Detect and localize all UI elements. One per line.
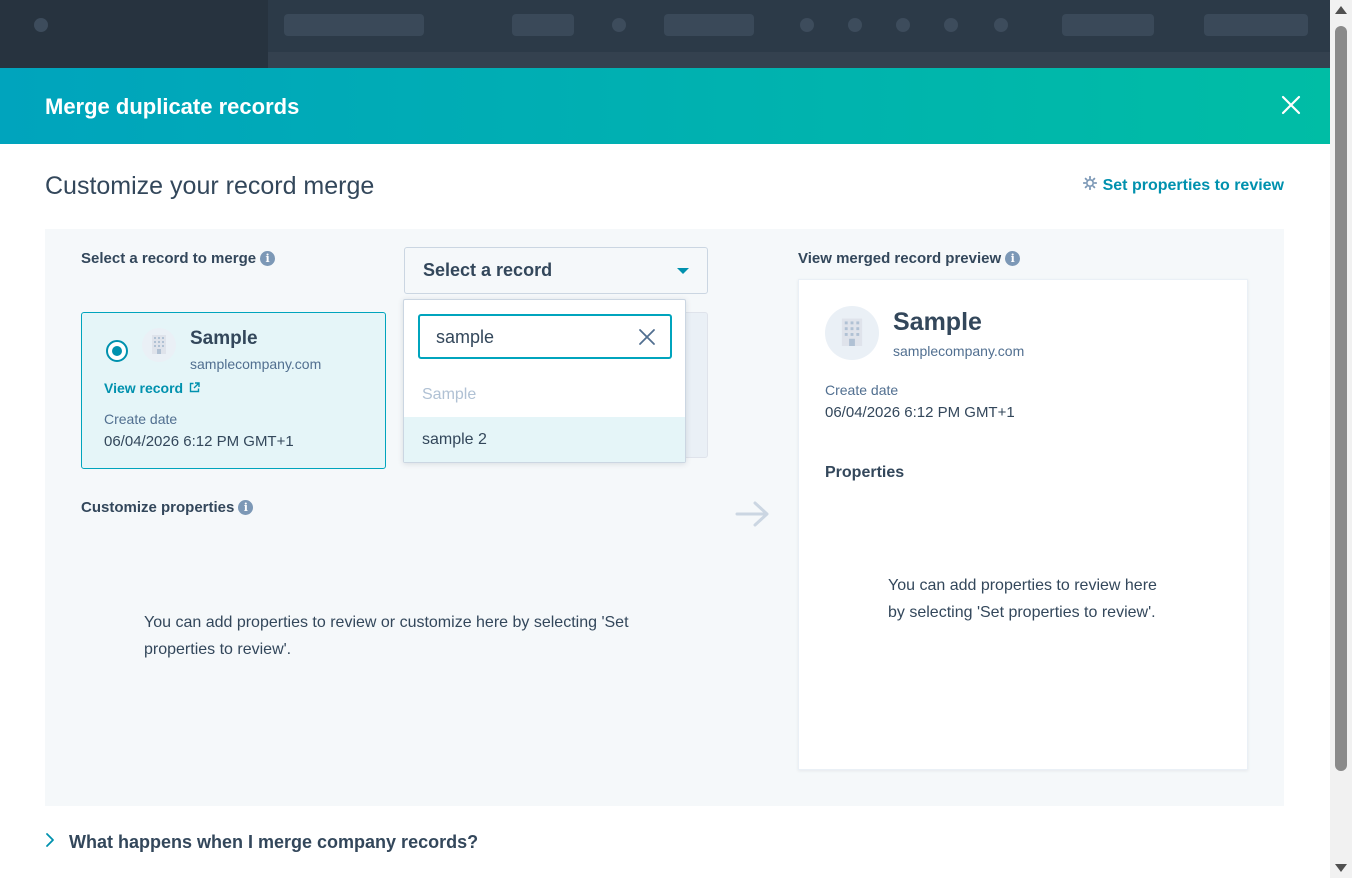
background-account-menu xyxy=(1204,14,1308,36)
primary-create-date-label: Create date xyxy=(104,411,178,427)
company-building-icon xyxy=(142,328,176,362)
select-record-heading: Select a record to merge i xyxy=(81,250,276,267)
background-app-nav xyxy=(0,0,1330,68)
info-icon[interactable]: i xyxy=(260,251,276,266)
background-subnav xyxy=(268,52,1330,68)
background-nav-icon xyxy=(994,18,1008,32)
scroll-up-arrow-icon[interactable] xyxy=(1335,6,1347,14)
gear-icon xyxy=(1082,175,1097,195)
background-upgrade-button xyxy=(512,14,574,36)
preview-create-date-value: 06/04/2026 6:12 PM GMT+1 xyxy=(825,404,1015,421)
external-link-icon xyxy=(189,380,200,396)
customize-properties-heading: Customize properties i xyxy=(81,499,254,516)
background-nav-pill xyxy=(664,14,754,36)
preview-record-domain: samplecompany.com xyxy=(893,343,1025,359)
background-logo-icon xyxy=(34,18,48,32)
background-nav-icon xyxy=(944,18,958,32)
merge-panel: Select a record to merge i Sample sample… xyxy=(45,229,1284,806)
primary-record-name: Sample xyxy=(190,328,258,349)
caret-down-icon xyxy=(677,268,689,274)
primary-record-domain: samplecompany.com xyxy=(190,356,322,372)
preview-heading: View merged record preview i xyxy=(798,250,1021,267)
close-icon[interactable] xyxy=(1280,94,1302,116)
preview-record-name: Sample xyxy=(893,308,982,336)
merge-modal: Merge duplicate records Customize your r… xyxy=(0,68,1330,878)
view-record-label: View record xyxy=(104,380,184,396)
merge-faq-accordion[interactable]: What happens when I merge company record… xyxy=(45,832,478,853)
background-nav-pill xyxy=(1062,14,1154,36)
record-search-input[interactable] xyxy=(436,326,626,348)
preview-empty-text: You can add properties to review here by… xyxy=(888,577,1157,621)
page-scrollbar[interactable] xyxy=(1330,0,1352,878)
clear-search-icon[interactable] xyxy=(638,328,656,346)
record-dropdown-menu: Sample sample 2 xyxy=(403,299,686,463)
select-record-dropdown[interactable]: Select a record xyxy=(404,247,708,294)
background-nav-left xyxy=(0,0,268,68)
chevron-right-icon xyxy=(45,832,55,853)
background-nav-icon xyxy=(612,18,626,32)
view-record-link[interactable]: View record xyxy=(104,380,200,396)
primary-record-card[interactable]: Sample samplecompany.com View record Cre… xyxy=(81,312,386,469)
set-properties-label: Set properties to review xyxy=(1102,176,1284,194)
scroll-down-arrow-icon[interactable] xyxy=(1335,864,1347,872)
info-icon[interactable]: i xyxy=(238,500,254,515)
merged-record-preview-card: Sample samplecompany.com Create date 06/… xyxy=(798,279,1248,770)
select-record-dropdown-label: Select a record xyxy=(423,260,553,280)
record-search-field[interactable] xyxy=(418,314,672,359)
preview-label: View merged record preview xyxy=(798,250,1002,267)
preview-create-date-label: Create date xyxy=(825,382,899,398)
primary-record-radio[interactable] xyxy=(106,340,128,362)
dropdown-option-sample: Sample xyxy=(404,372,685,417)
set-properties-button[interactable]: Set properties to review xyxy=(1082,175,1284,195)
faq-label: What happens when I merge company record… xyxy=(69,832,479,852)
customize-empty-text: You can add properties to review or cust… xyxy=(144,614,629,658)
primary-create-date-value: 06/04/2026 6:12 PM GMT+1 xyxy=(104,433,294,450)
modal-title: Merge duplicate records xyxy=(45,94,300,119)
company-building-icon xyxy=(825,306,879,360)
select-record-label: Select a record to merge xyxy=(81,250,257,267)
customize-properties-label: Customize properties xyxy=(81,499,235,516)
arrow-right-icon xyxy=(735,499,771,529)
modal-header: Merge duplicate records xyxy=(0,68,1330,144)
scroll-thumb[interactable] xyxy=(1335,26,1347,771)
dropdown-option-sample-2[interactable]: sample 2 xyxy=(404,417,685,462)
background-nav-icon xyxy=(800,18,814,32)
background-nav-icon xyxy=(896,18,910,32)
background-search-bar xyxy=(284,14,424,36)
background-nav-icon xyxy=(848,18,862,32)
preview-properties-heading: Properties xyxy=(825,464,905,481)
page-title: Customize your record merge xyxy=(45,172,375,200)
info-icon[interactable]: i xyxy=(1005,251,1021,266)
